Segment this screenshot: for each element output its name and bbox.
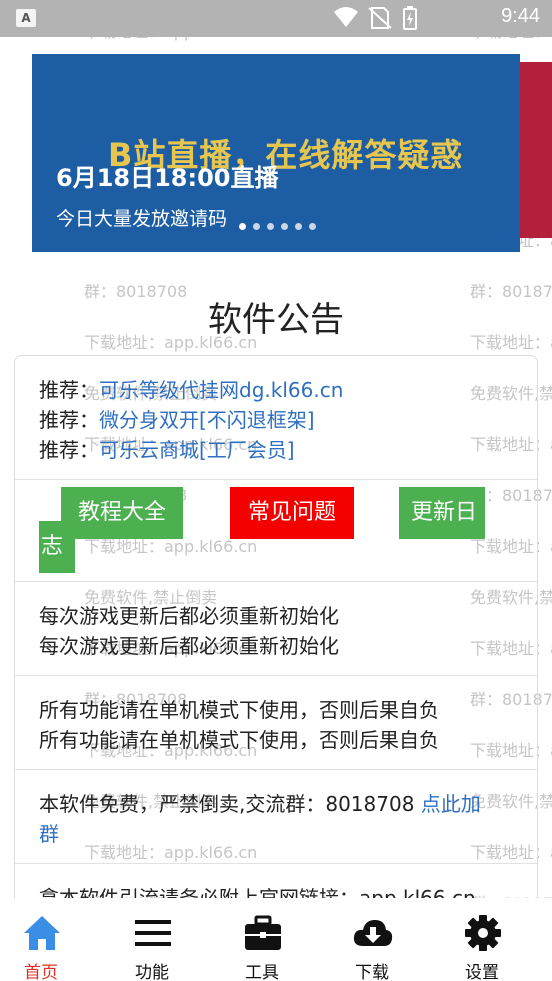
menu-icon: [135, 920, 171, 946]
recommend-link[interactable]: 可乐等级代挂网dg.kl66.cn: [99, 378, 343, 402]
notice-free: 本软件免费，严禁倒卖,交流群：8018708 点此加 群: [15, 770, 537, 864]
nav-label: 设置: [465, 963, 499, 981]
carousel-dot[interactable]: [295, 223, 302, 230]
banner-subtitle: 今日大量发放邀请码: [56, 208, 228, 230]
status-icons: [332, 6, 442, 30]
nav-item-download[interactable]: 下载: [317, 898, 427, 981]
notice-text: 每次游戏更新后都必须重新初始化: [39, 604, 339, 628]
banner-carousel[interactable]: B站直播，在线解答疑惑 6月18日18:00直播 今日大量发放邀请码: [0, 52, 552, 252]
banner-slide[interactable]: B站直播，在线解答疑惑 6月18日18:00直播 今日大量发放邀请码: [32, 54, 520, 252]
recommend-item: 推荐：微分身双开[不闪退框架]: [39, 404, 315, 433]
notice-text: 群: [39, 818, 59, 847]
recommend-prefix: 推荐：: [39, 408, 99, 432]
status-bar: A 9:44: [0, 0, 552, 37]
nav-label: 下载: [355, 963, 389, 981]
carousel-dot[interactable]: [267, 223, 274, 230]
carousel-dot[interactable]: [281, 223, 288, 230]
no-sim-icon: [368, 7, 392, 29]
faq-button[interactable]: 常见问题: [230, 487, 354, 539]
nav-item-functions[interactable]: 功能: [97, 898, 207, 981]
join-group-link-wrap[interactable]: 群: [39, 822, 59, 846]
home-icon: [24, 916, 60, 950]
notice-text: 所有功能请在单机模式下使用，否则后果自负: [39, 728, 439, 752]
carousel-dot[interactable]: [239, 223, 246, 230]
recommend-section: 推荐：可乐等级代挂网dg.kl66.cn 推荐：微分身双开[不闪退框架] 推荐：…: [15, 356, 537, 480]
free-text: 本软件免费，严禁倒卖,交流群：8018708: [39, 792, 421, 816]
recommend-item: 推荐：可乐等级代挂网dg.kl66.cn: [39, 374, 343, 403]
wifi-icon: [334, 7, 358, 27]
carousel-indicator: [239, 223, 316, 230]
nav-label: 首页: [24, 963, 58, 981]
carousel-dot[interactable]: [253, 223, 260, 230]
announcement-card: 推荐：可乐等级代挂网dg.kl66.cn 推荐：微分身双开[不闪退框架] 推荐：…: [14, 355, 538, 915]
join-group-link[interactable]: 点此加: [421, 792, 481, 816]
nav-item-tools[interactable]: 工具: [207, 898, 317, 981]
recommend-item: 推荐：可乐云商城[工厂会员]: [39, 434, 295, 463]
changelog-button[interactable]: 更新日: [399, 487, 485, 539]
nav-label: 工具: [245, 963, 279, 981]
notice-text: 本软件免费，严禁倒卖,交流群：8018708 点此加: [39, 788, 481, 817]
recommend-prefix: 推荐：: [39, 378, 99, 402]
notice-text: 所有功能请在单机模式下使用，否则后果自负: [39, 698, 439, 722]
changelog-button-wrap[interactable]: 志: [39, 521, 75, 573]
tutorial-button[interactable]: 教程大全: [61, 487, 183, 539]
recommend-link[interactable]: 可乐云商城[工厂会员]: [99, 438, 295, 462]
banner-next-slide[interactable]: [520, 62, 552, 238]
toolbox-icon: [245, 915, 281, 950]
notice-offline: 所有功能请在单机模式下使用，否则后果自负 所有功能请在单机模式下使用，否则后果自…: [15, 676, 537, 770]
recommend-link[interactable]: 微分身双开[不闪退框架]: [99, 408, 315, 432]
nav-label: 功能: [135, 963, 169, 981]
notice-text: 每次游戏更新后都必须重新初始化: [39, 634, 339, 658]
status-icons-svg: [334, 6, 417, 30]
quick-buttons-row: 教程大全 常见问题 更新日 志: [15, 480, 537, 582]
cloud-download-icon: [353, 920, 393, 946]
gear-icon: [465, 915, 501, 951]
app-notification-icon: A: [16, 9, 36, 27]
notice-reinit: 每次游戏更新后都必须重新初始化 每次游戏更新后都必须重新初始化: [15, 582, 537, 676]
bottom-nav: 首页 功能 工具 下载 设置: [0, 898, 552, 981]
clock: 9:44: [501, 5, 540, 27]
nav-item-home[interactable]: 首页: [0, 898, 96, 981]
nav-item-settings[interactable]: 设置: [427, 898, 537, 981]
page-title: 软件公告: [208, 300, 344, 340]
banner-title: 6月18日18:00直播: [56, 164, 279, 192]
recommend-prefix: 推荐：: [39, 438, 99, 462]
carousel-dot[interactable]: [309, 223, 316, 230]
battery-charging-icon: [403, 6, 417, 30]
